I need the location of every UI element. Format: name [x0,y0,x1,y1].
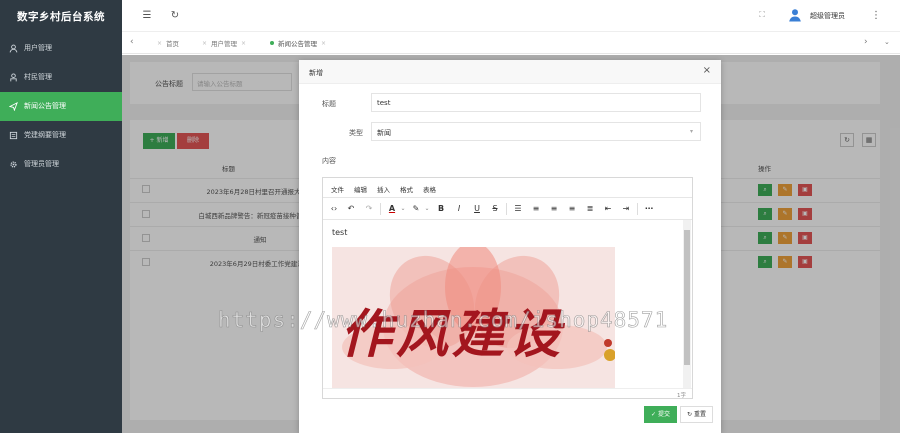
sidebar-item-label: 党建纲要管理 [24,131,66,139]
watermark: https://www.huzhan.com/ishop48571 [218,308,669,333]
indent-icon[interactable]: ⇥ [620,203,632,215]
editor-content[interactable]: test 作风建设 [323,220,692,388]
submit-label: 提交 [657,411,670,418]
code-icon[interactable]: ‹› [328,203,340,215]
content-text: test [332,228,348,237]
toolbar-divider [380,203,381,215]
italic-icon[interactable]: I [453,203,465,215]
word-count: 1字 [677,393,686,399]
dialog-header: 新增 × [299,60,721,84]
close-icon[interactable]: × [157,40,162,47]
send-icon [9,102,18,111]
tab-home[interactable]: × 首页 [157,38,180,49]
underline-icon[interactable]: U [471,203,483,215]
chevron-down-icon[interactable]: ⌄ [421,203,433,215]
sidebar: 数字乡村后台系统 用户管理 村民管理 新闻公告管理 党建纲要管理 管理员管理 [0,0,122,433]
sidebar-item-villagers[interactable]: 村民管理 [0,63,122,92]
app-title: 数字乡村后台系统 [17,11,105,23]
user-icon [9,44,18,53]
menu-file[interactable]: 文件 [331,184,344,194]
close-icon[interactable]: × [202,40,207,47]
chevron-down-icon[interactable]: ⌄ [397,203,409,215]
toolbar-divider [637,203,638,215]
tab-news[interactable]: 新闻公告管理 × [270,38,326,48]
avatar[interactable] [788,8,802,22]
reset-label: 重置 [693,411,706,418]
redo-icon[interactable]: ↷ [363,203,375,215]
reset-button[interactable]: ↻ 重置 [680,406,713,423]
chevron-down-icon[interactable]: ▾ [690,128,693,135]
menu-format[interactable]: 格式 [400,184,413,194]
type-label: 类型 [349,129,363,137]
user-name[interactable]: 超级管理员 [810,11,845,21]
bold-icon[interactable]: B [435,203,447,215]
outdent-icon[interactable]: ⇤ [602,203,614,215]
chevron-down-icon[interactable]: ⌄ [884,38,890,46]
tab-label: 新闻公告管理 [278,40,317,48]
align-justify-icon[interactable]: ≣ [584,203,596,215]
sidebar-item-admins[interactable]: 管理员管理 [0,150,122,179]
close-icon[interactable]: × [703,65,711,76]
submit-button[interactable]: ✓ 提交 [644,406,677,423]
tab-bar: ‹ × 首页 × 用户管理 × 新闻公告管理 × › ⌄ [122,32,900,54]
rich-text-editor[interactable]: 文件 编辑 插入 格式 表格 ‹› ↶ ↷ A ⌄ ✎ ⌄ B I U S ☰ … [322,177,693,399]
sidebar-item-users[interactable]: 用户管理 [0,34,122,63]
tab-next-icon[interactable]: › [864,37,868,47]
sidebar-item-label: 新闻公告管理 [24,102,66,110]
editor-scrollbar[interactable] [683,220,691,388]
editor-statusbar: 1字 [323,388,692,399]
dialog-title: 新增 [309,69,323,77]
menu-toggle-icon[interactable]: ☰ [141,9,153,21]
toolbar-divider [506,203,507,215]
tab-prev-icon[interactable]: ‹ [130,37,134,47]
refresh-icon[interactable]: ↻ [169,9,181,21]
active-dot-icon [270,41,274,45]
sidebar-item-label: 用户管理 [24,44,52,52]
close-icon[interactable]: × [241,40,246,47]
sidebar-item-party[interactable]: 党建纲要管理 [0,121,122,150]
title-input[interactable]: test [371,93,701,112]
sidebar-item-news[interactable]: 新闻公告管理 [0,92,122,121]
line-height-icon[interactable]: ☰ [512,203,524,215]
more-vertical-icon[interactable]: ⋮ [870,9,882,21]
content-label: 内容 [322,157,336,165]
scrollbar-thumb[interactable] [684,230,690,365]
villager-icon [9,73,18,82]
tab-label: 首页 [166,40,180,48]
tab-users[interactable]: × 用户管理 × [202,38,246,49]
fullscreen-icon[interactable]: ⛶ [756,9,768,21]
menu-table[interactable]: 表格 [423,184,436,194]
align-center-icon[interactable]: ≡ [548,203,560,215]
undo-icon[interactable]: ↶ [345,203,357,215]
close-icon[interactable]: × [321,40,326,47]
menu-insert[interactable]: 插入 [377,184,390,194]
gear-icon [9,160,18,169]
align-right-icon[interactable]: ≡ [566,203,578,215]
menu-edit[interactable]: 编辑 [354,184,367,194]
align-left-icon[interactable]: ≡ [530,203,542,215]
editor-toolbar: ‹› ↶ ↷ A ⌄ ✎ ⌄ B I U S ☰ ≡ ≡ ≡ ≣ ⇤ ⇥ ⋯ [323,198,692,220]
type-select[interactable]: 新闻 [371,122,701,141]
add-news-dialog: 新增 × 标题 test 类型 新闻 ▾ 内容 文件 编辑 插入 格式 表格 ‹… [299,60,721,433]
tab-label: 用户管理 [211,40,238,48]
editor-menubar: 文件 编辑 插入 格式 表格 [323,178,692,198]
sidebar-item-label: 管理员管理 [24,160,59,168]
book-icon [9,131,18,140]
more-icon[interactable]: ⋯ [643,203,655,215]
strikethrough-icon[interactable]: S [489,203,501,215]
title-label: 标题 [322,100,336,108]
top-header: ☰ ↻ ⛶ 超级管理员 ⋮ [122,0,900,32]
sidebar-item-label: 村民管理 [24,73,52,81]
